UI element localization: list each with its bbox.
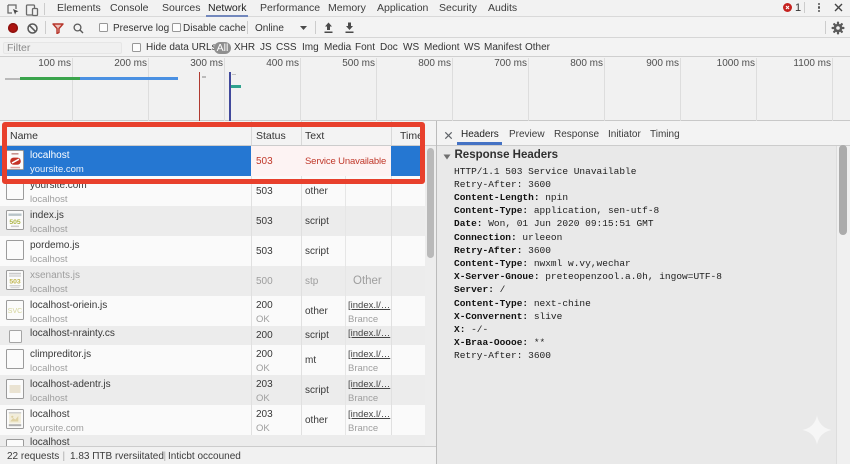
svg-text:SVC: SVC xyxy=(8,308,22,315)
svg-text:505: 505 xyxy=(9,219,21,226)
svg-text:503: 503 xyxy=(9,279,21,286)
